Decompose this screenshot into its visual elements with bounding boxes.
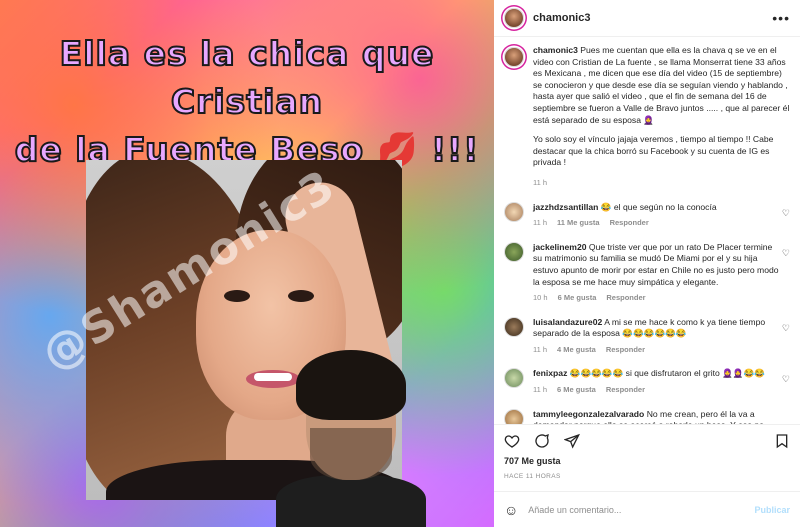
comment-time: 11 h: [533, 218, 548, 228]
emoji-smiley-icon[interactable]: ☺: [504, 502, 518, 518]
comment-avatar[interactable]: [504, 201, 524, 222]
header-username[interactable]: chamonic3: [533, 12, 772, 24]
comment-username[interactable]: tammyleegonzalezalvarado: [533, 409, 644, 419]
post-age: HACE 11 HORAS: [504, 473, 561, 480]
comment-text: 😂😂😂😂😂 si que disfrutaron el grito 🧕🧕😂😂: [569, 368, 765, 379]
comment-meta: 11 h 6 Me gusta Responder: [533, 384, 783, 396]
comment-avatar[interactable]: [504, 368, 524, 389]
comment-like-heart-icon[interactable]: ♡: [782, 208, 790, 219]
reply-button[interactable]: Responder: [606, 344, 645, 356]
comment-username[interactable]: jazzhdzsantillan: [533, 202, 598, 212]
comments-panel: chamonic3 ••• chamonic3 Pues me cuentan …: [494, 0, 800, 527]
eye-left: [224, 290, 250, 302]
man-beard: [310, 428, 392, 480]
comment-username[interactable]: jackelinem20: [533, 242, 587, 252]
publish-button[interactable]: Publicar: [754, 505, 790, 515]
comment-like-heart-icon[interactable]: ♡: [782, 248, 790, 259]
avatar[interactable]: [504, 8, 524, 28]
comment-body: luisalandazure02 A mi se me hace k como …: [533, 317, 783, 356]
comment-item: jazzhdzsantillan 😂 el que según no la co…: [504, 201, 790, 229]
comment-body: jazzhdzsantillan 😂 el que según no la co…: [533, 202, 783, 229]
caption-avatar[interactable]: [504, 47, 524, 67]
post-actions: [494, 424, 800, 456]
comment-item: jackelinem20 Que triste ver que por un r…: [504, 241, 790, 304]
comment-username[interactable]: luisalandazure02: [533, 317, 602, 327]
eye-right: [288, 290, 314, 302]
comment-item: tammyleegonzalezalvarado No me crean, pe…: [504, 408, 790, 424]
comment-composer: ☺ Publicar: [494, 491, 800, 527]
headline-line-1: Ella es la chica que Cristian: [59, 33, 435, 122]
image-headline: Ella es la chica que Cristian de la Fuen…: [0, 30, 494, 174]
comment-bubble-icon[interactable]: [534, 433, 550, 449]
comment-likes[interactable]: 11 Me gusta: [557, 217, 600, 229]
comment-body: tammyleegonzalezalvarado No me crean, pe…: [533, 409, 783, 424]
like-heart-icon[interactable]: [504, 433, 520, 449]
comment-likes[interactable]: 6 Me gusta: [557, 384, 596, 396]
reply-button[interactable]: Responder: [606, 384, 645, 396]
more-horizontal-icon[interactable]: •••: [772, 10, 790, 26]
post-modal: Ella es la chica que Cristian de la Fuen…: [0, 0, 800, 527]
comment-likes[interactable]: 4 Me gusta: [557, 344, 596, 356]
caption: chamonic3 Pues me cuentan que ella es la…: [504, 45, 790, 189]
comment-likes[interactable]: 6 Me gusta: [558, 292, 597, 304]
comment-meta: 11 h 11 Me gusta Responder: [533, 217, 783, 229]
comment-meta: 11 h 4 Me gusta Responder: [533, 344, 783, 356]
caption-text-1: Pues me cuentan que ella es la chava q s…: [533, 45, 790, 125]
reply-button[interactable]: Responder: [606, 292, 645, 304]
comment-meta: 10 h 6 Me gusta Responder: [533, 292, 783, 304]
man-jacket: [276, 475, 426, 527]
post-image[interactable]: Ella es la chica que Cristian de la Fuen…: [0, 0, 494, 527]
comment-body: fenixpaz 😂😂😂😂😂 si que disfrutaron el gri…: [533, 368, 783, 395]
caption-time: 11 h: [533, 177, 548, 187]
man-hair: [296, 350, 406, 420]
comment-item: fenixpaz 😂😂😂😂😂 si que disfrutaron el gri…: [504, 368, 790, 395]
caption-text-2: Yo solo soy el vínculo jajaja veremos , …: [533, 134, 774, 168]
post-header: chamonic3 •••: [494, 0, 800, 37]
comment-like-heart-icon[interactable]: ♡: [782, 323, 790, 334]
comment-avatar[interactable]: [504, 241, 524, 262]
comment-like-heart-icon[interactable]: ♡: [782, 374, 790, 385]
man-photo: [276, 350, 426, 527]
comment-time: 11 h: [533, 344, 548, 354]
share-plane-icon[interactable]: [564, 433, 580, 449]
comments-scroll[interactable]: chamonic3 Pues me cuentan que ella es la…: [494, 37, 800, 424]
comment-input[interactable]: [528, 504, 755, 515]
bookmark-icon[interactable]: [774, 433, 790, 449]
comment-text: 😂 el que según no la conocía: [600, 201, 717, 212]
likes-count[interactable]: 707 Me gusta: [494, 456, 800, 470]
comment-time: 10 h: [533, 293, 548, 303]
headline-exclaim: !!!: [430, 129, 480, 170]
comment-body: jackelinem20 Que triste ver que por un r…: [533, 242, 783, 304]
reply-button[interactable]: Responder: [610, 217, 649, 229]
caption-username[interactable]: chamonic3: [533, 45, 578, 55]
comment-avatar[interactable]: [504, 408, 524, 424]
comment-username[interactable]: fenixpaz: [533, 368, 567, 378]
comment-item: luisalandazure02 A mi se me hace k como …: [504, 316, 790, 356]
comment-time: 11 h: [533, 385, 548, 395]
caption-body: chamonic3 Pues me cuentan que ella es la…: [533, 45, 790, 189]
comment-avatar[interactable]: [504, 316, 524, 337]
